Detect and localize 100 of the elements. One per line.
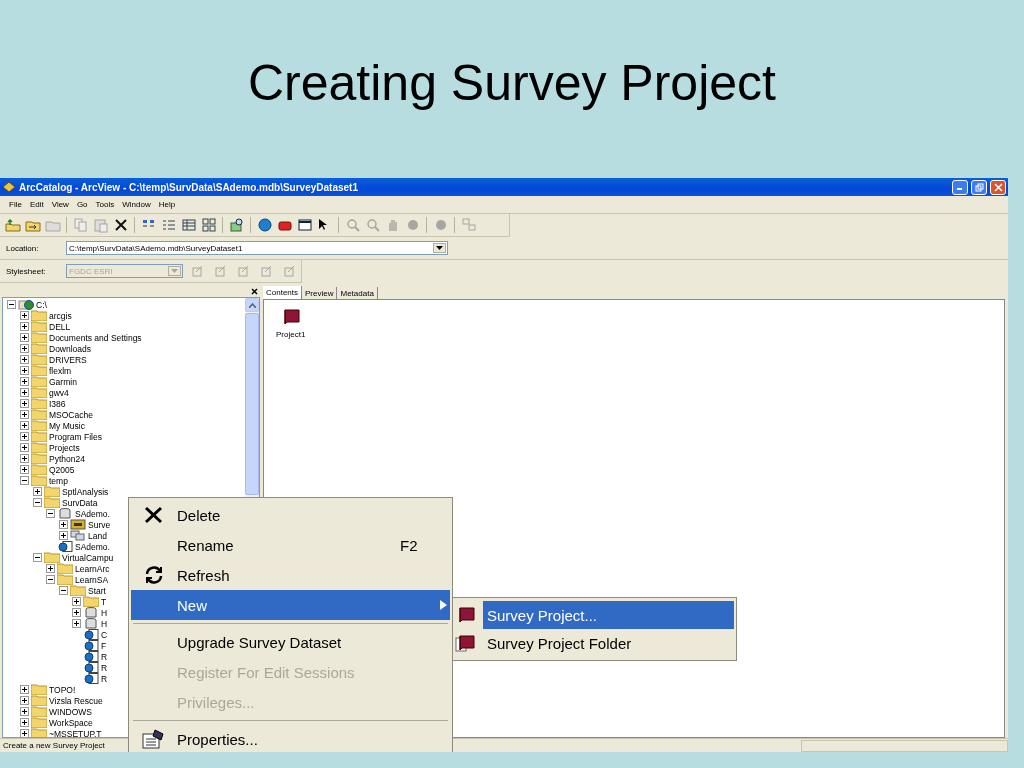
expander-toggle[interactable] (20, 685, 29, 694)
folder-up-button[interactable] (4, 216, 21, 234)
tree-item[interactable]: LearnSA (75, 574, 109, 585)
location-field[interactable]: C:\temp\SurvData\SAdemo.mdb\SurveyDataset1 (66, 241, 448, 255)
tree-item[interactable]: SurvData (62, 497, 98, 508)
tree-item[interactable]: C (101, 629, 108, 640)
menu-item[interactable]: Upgrade Survey Dataset (131, 627, 450, 657)
tree-item[interactable]: Start (88, 585, 106, 596)
expander-toggle[interactable] (20, 729, 29, 737)
expander-toggle[interactable] (20, 443, 29, 452)
menu-item[interactable]: Properties... (131, 724, 450, 752)
tree-item[interactable]: gwv4 (49, 387, 69, 398)
menu-item[interactable]: Survey Project... (483, 601, 734, 629)
expander-toggle[interactable] (72, 597, 81, 606)
expander-toggle[interactable] (20, 421, 29, 430)
expander-toggle[interactable] (7, 300, 16, 309)
tree-item[interactable]: H (101, 618, 108, 629)
expander-toggle[interactable] (20, 454, 29, 463)
expander-toggle[interactable] (33, 553, 42, 562)
tree-item[interactable]: C:\ (36, 299, 47, 310)
scroll-up-button[interactable] (245, 298, 259, 312)
expander-toggle[interactable] (59, 586, 68, 595)
tree-item[interactable]: R (101, 662, 108, 673)
tree-item[interactable]: SAdemo. (75, 541, 110, 552)
tree-item[interactable]: DELL (49, 321, 71, 332)
expander-toggle[interactable] (20, 399, 29, 408)
expander-toggle[interactable] (20, 366, 29, 375)
expander-toggle[interactable] (59, 520, 68, 529)
menu-item[interactable]: Go (73, 200, 91, 209)
details-view-button[interactable] (180, 216, 197, 234)
expander-toggle[interactable] (20, 377, 29, 386)
tree-item[interactable]: I386 (49, 398, 66, 409)
expander-toggle[interactable] (20, 410, 29, 419)
tree-item[interactable]: Surve (88, 519, 111, 530)
tree-item[interactable]: T (101, 596, 107, 607)
tree-item[interactable]: WINDOWS (49, 706, 92, 717)
tree-item[interactable]: WorkSpace (49, 717, 93, 728)
menu-item[interactable]: Tools (92, 200, 118, 209)
tree-item[interactable]: flexlm (49, 365, 72, 376)
expander-toggle[interactable] (20, 476, 29, 485)
tab[interactable]: Contents (263, 286, 303, 299)
expander-toggle[interactable] (46, 564, 55, 573)
tree-item[interactable]: MSOCache (49, 409, 93, 420)
tree-item[interactable]: DRIVERS (49, 354, 87, 365)
tree-item[interactable]: SAdemo. (75, 508, 110, 519)
expander-toggle[interactable] (20, 311, 29, 320)
tree-item[interactable]: VirtualCampu (62, 552, 114, 563)
tree-item[interactable]: Program Files (49, 431, 102, 442)
menu-item[interactable]: Survey Project Folder (483, 629, 734, 657)
expander-toggle[interactable] (20, 718, 29, 727)
menu-item[interactable]: File (6, 200, 25, 209)
expander-toggle[interactable] (33, 498, 42, 507)
tree-item[interactable]: ~MSSETUP.T (49, 728, 102, 737)
tree-item[interactable]: F (101, 640, 107, 651)
item-label[interactable]: Project1 (276, 330, 306, 339)
expander-toggle[interactable] (20, 696, 29, 705)
tree-item[interactable]: arcgis (49, 310, 72, 321)
expander-toggle[interactable] (20, 432, 29, 441)
tree-item[interactable]: My Music (49, 420, 85, 431)
expander-toggle[interactable] (33, 487, 42, 496)
tree-item[interactable]: TOPO! (49, 684, 76, 695)
tree-item[interactable]: LearnArc (75, 563, 110, 574)
tree-item[interactable]: Vizsla Rescue (49, 695, 103, 706)
tree-item[interactable]: Q2005 (49, 464, 75, 475)
restore-button[interactable] (971, 179, 987, 195)
tree-item[interactable]: Projects (49, 442, 80, 453)
tree-item[interactable]: R (101, 673, 108, 684)
expander-toggle[interactable] (72, 619, 81, 628)
tree-item[interactable]: Land (88, 530, 107, 541)
menu-item[interactable]: New (131, 590, 450, 620)
menu-item[interactable]: Delete (131, 500, 450, 530)
expander-toggle[interactable] (20, 355, 29, 364)
dropdown-button[interactable] (433, 243, 446, 253)
expander-toggle[interactable] (20, 707, 29, 716)
expander-toggle[interactable] (20, 465, 29, 474)
tree-item[interactable]: temp (49, 475, 68, 486)
tree-item[interactable]: Garmin (49, 376, 77, 387)
menu-item[interactable]: Rename F2 (131, 530, 450, 560)
minimize-button[interactable] (952, 179, 968, 195)
menu-item[interactable]: Refresh (131, 560, 450, 590)
expander-toggle[interactable] (59, 531, 68, 540)
menu-item[interactable]: Window (119, 200, 154, 209)
expander-toggle[interactable] (20, 344, 29, 353)
expander-toggle[interactable] (20, 388, 29, 397)
menu-item[interactable]: View (48, 200, 72, 209)
scrollbar-thumb[interactable] (245, 313, 259, 495)
tree-item[interactable]: SptlAnalysis (62, 486, 109, 497)
expander-toggle[interactable] (20, 333, 29, 342)
close-button[interactable] (990, 179, 1006, 195)
tree-item[interactable]: Downloads (49, 343, 92, 354)
tree-item[interactable]: Documents and Settings (49, 332, 142, 343)
thumbnail-button[interactable] (460, 216, 477, 234)
tree-item[interactable]: Python24 (49, 453, 85, 464)
expander-toggle[interactable] (20, 322, 29, 331)
tree-item[interactable]: H (101, 607, 108, 618)
menu-item[interactable]: Help (155, 200, 179, 209)
expander-toggle[interactable] (72, 608, 81, 617)
window-button[interactable] (296, 216, 313, 234)
tab[interactable]: Preview (302, 287, 338, 299)
thumbnails-button[interactable] (200, 216, 217, 234)
